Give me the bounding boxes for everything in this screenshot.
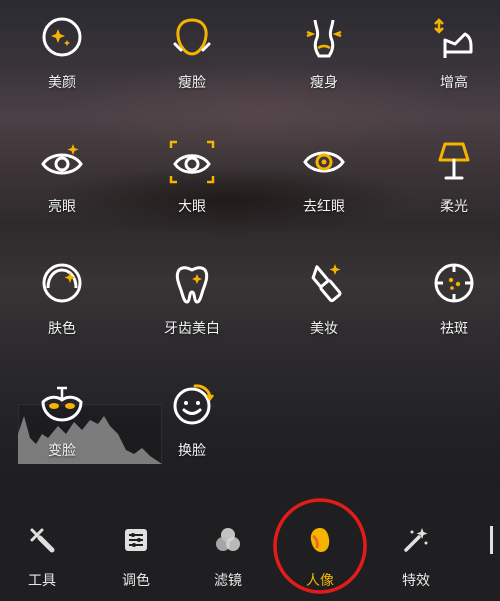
tool-label: 瘦身 [310, 75, 338, 91]
lipstick-icon [311, 264, 342, 303]
portrait-tools-grid: 美颜 瘦脸 瘦身 增高 亮眼 大眼 去红眼 柔光 肤色 牙齿美白 美妆 祛斑 变… [0, 0, 500, 488]
tool-beauty[interactable]: 美颜 [6, 0, 118, 110]
tab-effects[interactable]: 特效 [376, 488, 456, 601]
tool-label: 增高 [440, 75, 468, 91]
face-swap-icon [173, 384, 214, 425]
tool-teeth-whitening[interactable]: 牙齿美白 [136, 246, 248, 356]
tool-soft-light[interactable]: 柔光 [398, 124, 500, 234]
tool-label: 换脸 [178, 443, 206, 459]
bottom-tab-bar: 工具 调色 滤镜 人像 特效 [0, 488, 500, 601]
tool-label: 变脸 [48, 443, 76, 459]
tool-label: 大眼 [178, 199, 206, 215]
tool-label: 瘦脸 [178, 75, 206, 91]
magic-wand-icon [404, 528, 428, 552]
filter-circles-icon [216, 528, 240, 551]
tool-slim-body[interactable]: 瘦身 [268, 0, 380, 110]
high-heel-icon [434, 18, 473, 58]
tool-label: 美妆 [310, 321, 338, 337]
portrait-icon [310, 528, 330, 552]
tab-label: 工具 [28, 573, 56, 589]
lamp-icon [438, 142, 470, 180]
tool-remove-red-eye[interactable]: 去红眼 [268, 124, 380, 234]
tool-spot-removal[interactable]: 祛斑 [398, 246, 500, 356]
tool-slim-face[interactable]: 瘦脸 [136, 0, 248, 110]
tool-enlarge-eyes[interactable]: 大眼 [136, 124, 248, 234]
tool-label: 牙齿美白 [164, 321, 220, 337]
tab-partial-next[interactable] [490, 526, 500, 554]
tab-label: 滤镜 [214, 573, 242, 589]
tool-label: 去红眼 [303, 199, 345, 215]
mask-icon [41, 386, 83, 422]
sparkle-face-icon [42, 17, 82, 57]
tab-portrait[interactable]: 人像 [280, 488, 360, 601]
spot-target-icon [434, 263, 474, 303]
tool-label: 肤色 [48, 321, 76, 337]
tool-change-face[interactable]: 变脸 [6, 368, 118, 478]
tab-label: 调色 [122, 573, 150, 589]
eye-enlarge-icon [169, 140, 215, 184]
tool-label: 柔光 [440, 199, 468, 215]
tool-label: 祛斑 [440, 321, 468, 337]
tooth-icon [175, 266, 209, 304]
sparkle-eye-icon [41, 144, 83, 175]
tool-makeup[interactable]: 美妆 [268, 246, 380, 356]
tab-tools[interactable]: 工具 [2, 488, 82, 601]
tool-heighten[interactable]: 增高 [398, 0, 500, 110]
tab-filters[interactable]: 滤镜 [188, 488, 268, 601]
tool-skin-tone[interactable]: 肤色 [6, 246, 118, 356]
tool-label: 美颜 [48, 75, 76, 91]
tool-swap-face[interactable]: 换脸 [136, 368, 248, 478]
tool-brighten-eyes[interactable]: 亮眼 [6, 124, 118, 234]
skin-tone-icon [42, 263, 82, 303]
tab-label: 特效 [402, 573, 430, 589]
adjust-sliders-icon [125, 529, 147, 551]
tool-label: 亮眼 [48, 199, 76, 215]
body-slim-icon [306, 19, 342, 58]
tab-label: 人像 [306, 573, 334, 589]
tools-icon [30, 528, 55, 553]
face-contour-icon [173, 18, 211, 56]
tab-adjust[interactable]: 调色 [96, 488, 176, 601]
red-eye-icon [303, 151, 345, 173]
